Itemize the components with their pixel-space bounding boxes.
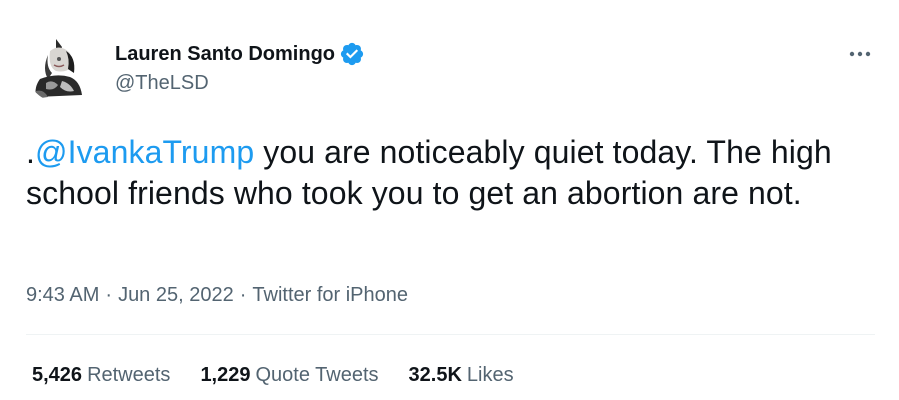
quote-tweets-label: Quote Tweets	[255, 364, 379, 386]
avatar-image	[26, 33, 96, 103]
more-options-icon[interactable]	[844, 42, 876, 66]
likes-count: 32.5K	[408, 364, 462, 386]
meta-separator: ·	[239, 284, 247, 306]
author-avatar[interactable]	[26, 33, 96, 103]
divider	[26, 334, 875, 335]
tweet-date[interactable]: Jun 25, 2022	[118, 284, 234, 306]
author-handle[interactable]: @TheLSD	[115, 72, 209, 95]
meta-separator: ·	[105, 284, 113, 306]
retweets-count: 5,426	[32, 364, 83, 386]
likes-stat[interactable]: 32.5K Likes	[409, 364, 514, 387]
likes-label: Likes	[466, 364, 514, 386]
quote-tweets-count: 1,229	[200, 364, 251, 386]
mention-link[interactable]: @IvankaTrump	[35, 134, 254, 170]
tweet-prefix: .	[26, 134, 35, 170]
retweets-stat[interactable]: 5,426 Retweets	[32, 364, 170, 387]
verified-badge-icon	[339, 41, 365, 67]
tweet-time[interactable]: 9:43 AM	[26, 284, 99, 306]
author-display-name[interactable]: Lauren Santo Domingo	[115, 43, 335, 66]
retweets-label: Retweets	[87, 364, 171, 386]
engagement-stats: 5,426 Retweets 1,229 Quote Tweets 32.5K Lik…	[32, 364, 544, 387]
tweet-source[interactable]: Twitter for iPhone	[252, 284, 408, 306]
tweet-card: Lauren Santo Domingo @TheLSD .@IvankaTru…	[0, 0, 899, 400]
tweet-text: .@IvankaTrump you are noticeably quiet t…	[26, 132, 886, 214]
quote-tweets-stat[interactable]: 1,229 Quote Tweets	[200, 364, 378, 387]
tweet-meta: 9:43 AM · Jun 25, 2022 · Twitter for iPhone	[26, 284, 408, 307]
author-name-row: Lauren Santo Domingo	[115, 40, 365, 68]
